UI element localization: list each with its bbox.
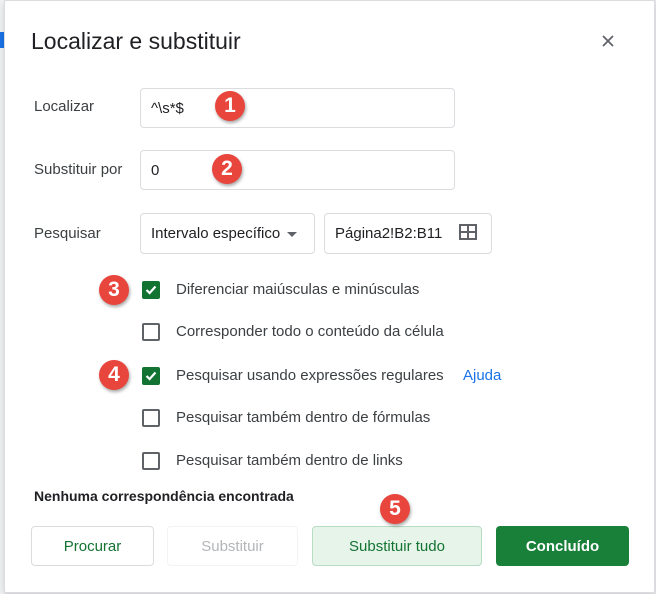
search-links-checkbox[interactable]: [142, 452, 160, 470]
close-icon: [602, 35, 614, 47]
range-input[interactable]: Página2!B2:B11: [324, 213, 492, 254]
match-entire-cell-label: Corresponder todo o conteúdo da célula: [176, 323, 444, 340]
callout-badge-5: 5: [380, 494, 410, 524]
search-label: Pesquisar: [34, 225, 101, 242]
help-link[interactable]: Ajuda: [463, 367, 501, 384]
search-formulas-checkbox[interactable]: [142, 409, 160, 427]
find-input[interactable]: ^\s*$: [140, 88, 455, 128]
match-case-label: Diferenciar maiúsculas e minúsculas: [176, 281, 420, 298]
close-button[interactable]: [594, 27, 622, 55]
replace-label: Substituir por: [34, 161, 123, 178]
done-button[interactable]: Concluído: [496, 526, 629, 566]
check-icon: [145, 371, 157, 381]
callout-badge-1: 1: [215, 91, 245, 121]
find-replace-dialog: Localizar e substituir Localizar ^\s*$ 1…: [4, 0, 655, 593]
search-scope-dropdown[interactable]: Intervalo específico: [140, 213, 315, 254]
replace-input[interactable]: 0: [140, 150, 455, 190]
regex-label: Pesquisar usando expressões regulares: [176, 367, 444, 384]
check-icon: [145, 285, 157, 295]
find-button[interactable]: Procurar: [31, 526, 154, 566]
match-case-checkbox[interactable]: [142, 281, 160, 299]
replace-all-button[interactable]: Substituir tudo: [312, 526, 482, 566]
select-range-button[interactable]: [458, 223, 478, 241]
replace-button[interactable]: Substituir: [167, 526, 298, 566]
callout-badge-4: 4: [99, 360, 129, 390]
regex-checkbox[interactable]: [142, 367, 160, 385]
find-input-value: ^\s*$: [151, 99, 184, 117]
range-input-value: Página2!B2:B11: [335, 225, 443, 242]
grid-icon: [459, 224, 477, 240]
find-label: Localizar: [34, 98, 95, 115]
search-scope-value: Intervalo específico: [151, 225, 281, 242]
status-message: Nenhuma correspondência encontrada: [34, 488, 294, 504]
callout-badge-2: 2: [212, 154, 242, 184]
search-links-label: Pesquisar também dentro de links: [176, 452, 403, 469]
search-formulas-label: Pesquisar também dentro de fórmulas: [176, 409, 431, 426]
callout-badge-3: 3: [99, 275, 129, 305]
chevron-down-icon: [287, 231, 298, 237]
dialog-title: Localizar e substituir: [31, 28, 241, 54]
match-entire-cell-checkbox[interactable]: [142, 323, 160, 341]
replace-input-value: 0: [151, 161, 160, 179]
